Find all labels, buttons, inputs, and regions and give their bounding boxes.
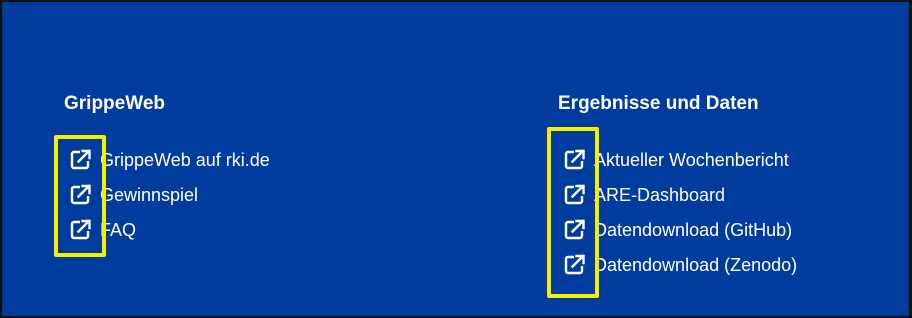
link-label: ARE-Dashboard [594,185,726,205]
section-heading: GrippeWeb [64,93,165,114]
external-link-icon [564,219,586,241]
link-label: Datendownload (GitHub) [594,220,793,240]
external-link-icon [70,184,92,206]
footer-panel: GrippeWeb GrippeWeb auf rki.de Gewinnspi… [0,0,912,318]
external-link-icon [70,219,92,241]
section-heading: Ergebnisse und Daten [558,93,759,114]
link-label: Aktueller Wochenbericht [594,150,789,170]
external-link-icon [564,184,586,206]
link-label: Datendownload (Zenodo) [594,255,798,275]
link-label: Gewinnspiel [100,185,199,205]
external-link-icon [564,149,586,171]
link-label: FAQ [100,220,137,240]
link-label: GrippeWeb auf rki.de [100,150,270,170]
external-link-icon [70,149,92,171]
external-link-icon [564,254,586,276]
